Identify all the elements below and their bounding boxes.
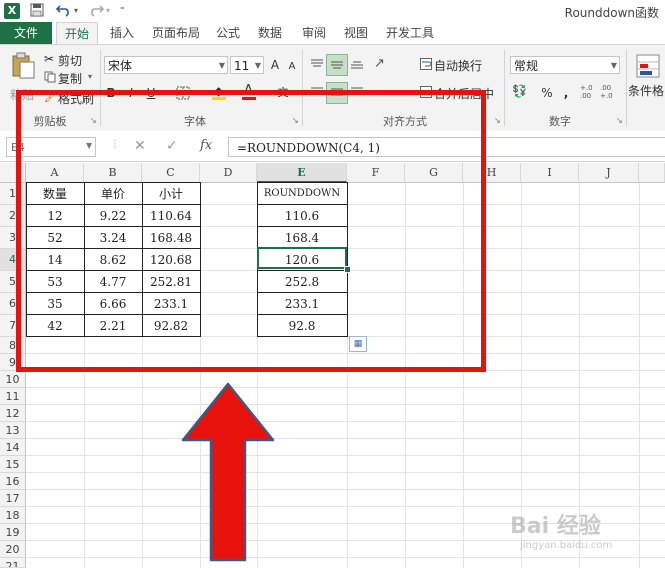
row-header-12[interactable]: 12 [0, 405, 26, 422]
row-header-11[interactable]: 11 [0, 388, 26, 405]
tab-review[interactable]: 审阅 [294, 22, 334, 44]
conditional-format-button[interactable]: 条件格 [628, 82, 664, 99]
up-arrow-icon [181, 382, 275, 565]
grid-line [26, 421, 665, 422]
watermark-url: jingyan.baidu.com [520, 540, 613, 551]
grid-line [26, 455, 665, 456]
row-header-16[interactable]: 16 [0, 473, 26, 490]
orientation-icon[interactable]: ↗ [374, 56, 385, 71]
row-header-14[interactable]: 14 [0, 439, 26, 456]
redo-dropdown-icon[interactable]: ▾ [106, 3, 110, 19]
font-name-value: 宋体 [108, 59, 133, 73]
font-size-select[interactable]: 11 ▼ [230, 56, 264, 74]
align-top-icon[interactable] [310, 58, 324, 73]
undo-dropdown-icon[interactable]: ▾ [74, 3, 78, 19]
shrink-font-button[interactable]: A [286, 58, 298, 76]
percent-button[interactable]: % [540, 84, 554, 102]
row-header-18[interactable]: 18 [0, 507, 26, 524]
align-bottom-icon[interactable] [350, 58, 364, 73]
tab-formulas[interactable]: 公式 [210, 22, 246, 44]
tab-file[interactable]: 文件 [0, 22, 52, 44]
ribbon-separator [504, 50, 505, 126]
highlight-box [16, 90, 486, 372]
tab-page-layout[interactable]: 页面布局 [146, 22, 206, 44]
tab-insert[interactable]: 插入 [102, 22, 142, 44]
conditional-format-icon[interactable] [634, 52, 662, 83]
grid-line [26, 404, 665, 405]
grid-line [26, 387, 665, 388]
grid-line [26, 489, 665, 490]
row-header-10[interactable]: 10 [0, 371, 26, 388]
tab-developer[interactable]: 开发工具 [380, 22, 440, 44]
column-header-j[interactable]: J [579, 163, 639, 183]
grid-line [26, 438, 665, 439]
cut-icon[interactable]: ✂ [44, 52, 54, 66]
chevron-down-icon: ▼ [254, 61, 261, 70]
undo-icon[interactable] [55, 3, 72, 22]
grid-line [26, 557, 665, 558]
align-middle-button[interactable] [326, 54, 348, 76]
tab-home[interactable]: 开始 [56, 22, 98, 45]
tab-data[interactable]: 数据 [250, 22, 290, 44]
row-header-13[interactable]: 13 [0, 422, 26, 439]
grow-font-button[interactable]: A [268, 56, 282, 74]
row-header-17[interactable]: 17 [0, 490, 26, 507]
row-header-15[interactable]: 15 [0, 456, 26, 473]
font-name-select[interactable]: 宋体 ▼ [104, 56, 228, 74]
chevron-down-icon: ▼ [218, 61, 225, 70]
window-title: Rounddown函数 [564, 6, 659, 20]
alignment-launcher-icon[interactable]: ↘ [494, 116, 501, 125]
ribbon-separator [626, 50, 627, 126]
excel-app-icon[interactable]: X [4, 3, 20, 19]
watermark-logo: Bai 经验 [510, 514, 601, 539]
copy-dropdown-icon[interactable]: ▾ [88, 72, 92, 81]
currency-icon[interactable]: 💱 [512, 84, 527, 98]
row-header-19[interactable]: 19 [0, 524, 26, 541]
grid-line [639, 183, 640, 568]
redo-icon[interactable] [88, 3, 105, 22]
increase-decimal-button[interactable]: +.0 .00 [580, 84, 602, 100]
row-header-21[interactable]: 21 [0, 558, 26, 568]
decrease-decimal-button[interactable]: .00 +.0 [600, 84, 622, 100]
column-header-k[interactable] [639, 163, 665, 183]
grid-line [26, 506, 665, 507]
font-size-value: 11 [234, 59, 250, 73]
copy-icon[interactable] [44, 71, 56, 86]
copy-button[interactable]: 复制 [58, 70, 82, 87]
chevron-down-icon: ▼ [610, 61, 617, 70]
save-icon[interactable] [30, 3, 44, 22]
column-header-i[interactable]: I [521, 163, 579, 183]
number-format-value: 常规 [514, 59, 539, 73]
paste-icon[interactable] [10, 52, 36, 83]
number-format-select[interactable]: 常规 ▼ [510, 56, 620, 74]
wrap-text-button[interactable]: 自动换行 [434, 57, 482, 74]
row-header-20[interactable]: 20 [0, 541, 26, 558]
cut-button[interactable]: 剪切 [58, 52, 82, 69]
wrap-text-icon[interactable] [420, 58, 432, 73]
grid-line [26, 472, 665, 473]
number-group-label: 数字 [549, 115, 571, 128]
customize-qat-icon[interactable]: ⁼ [120, 3, 125, 19]
number-launcher-icon[interactable]: ↘ [616, 116, 623, 125]
tab-view[interactable]: 视图 [338, 22, 374, 44]
comma-button[interactable]: , [560, 84, 572, 102]
